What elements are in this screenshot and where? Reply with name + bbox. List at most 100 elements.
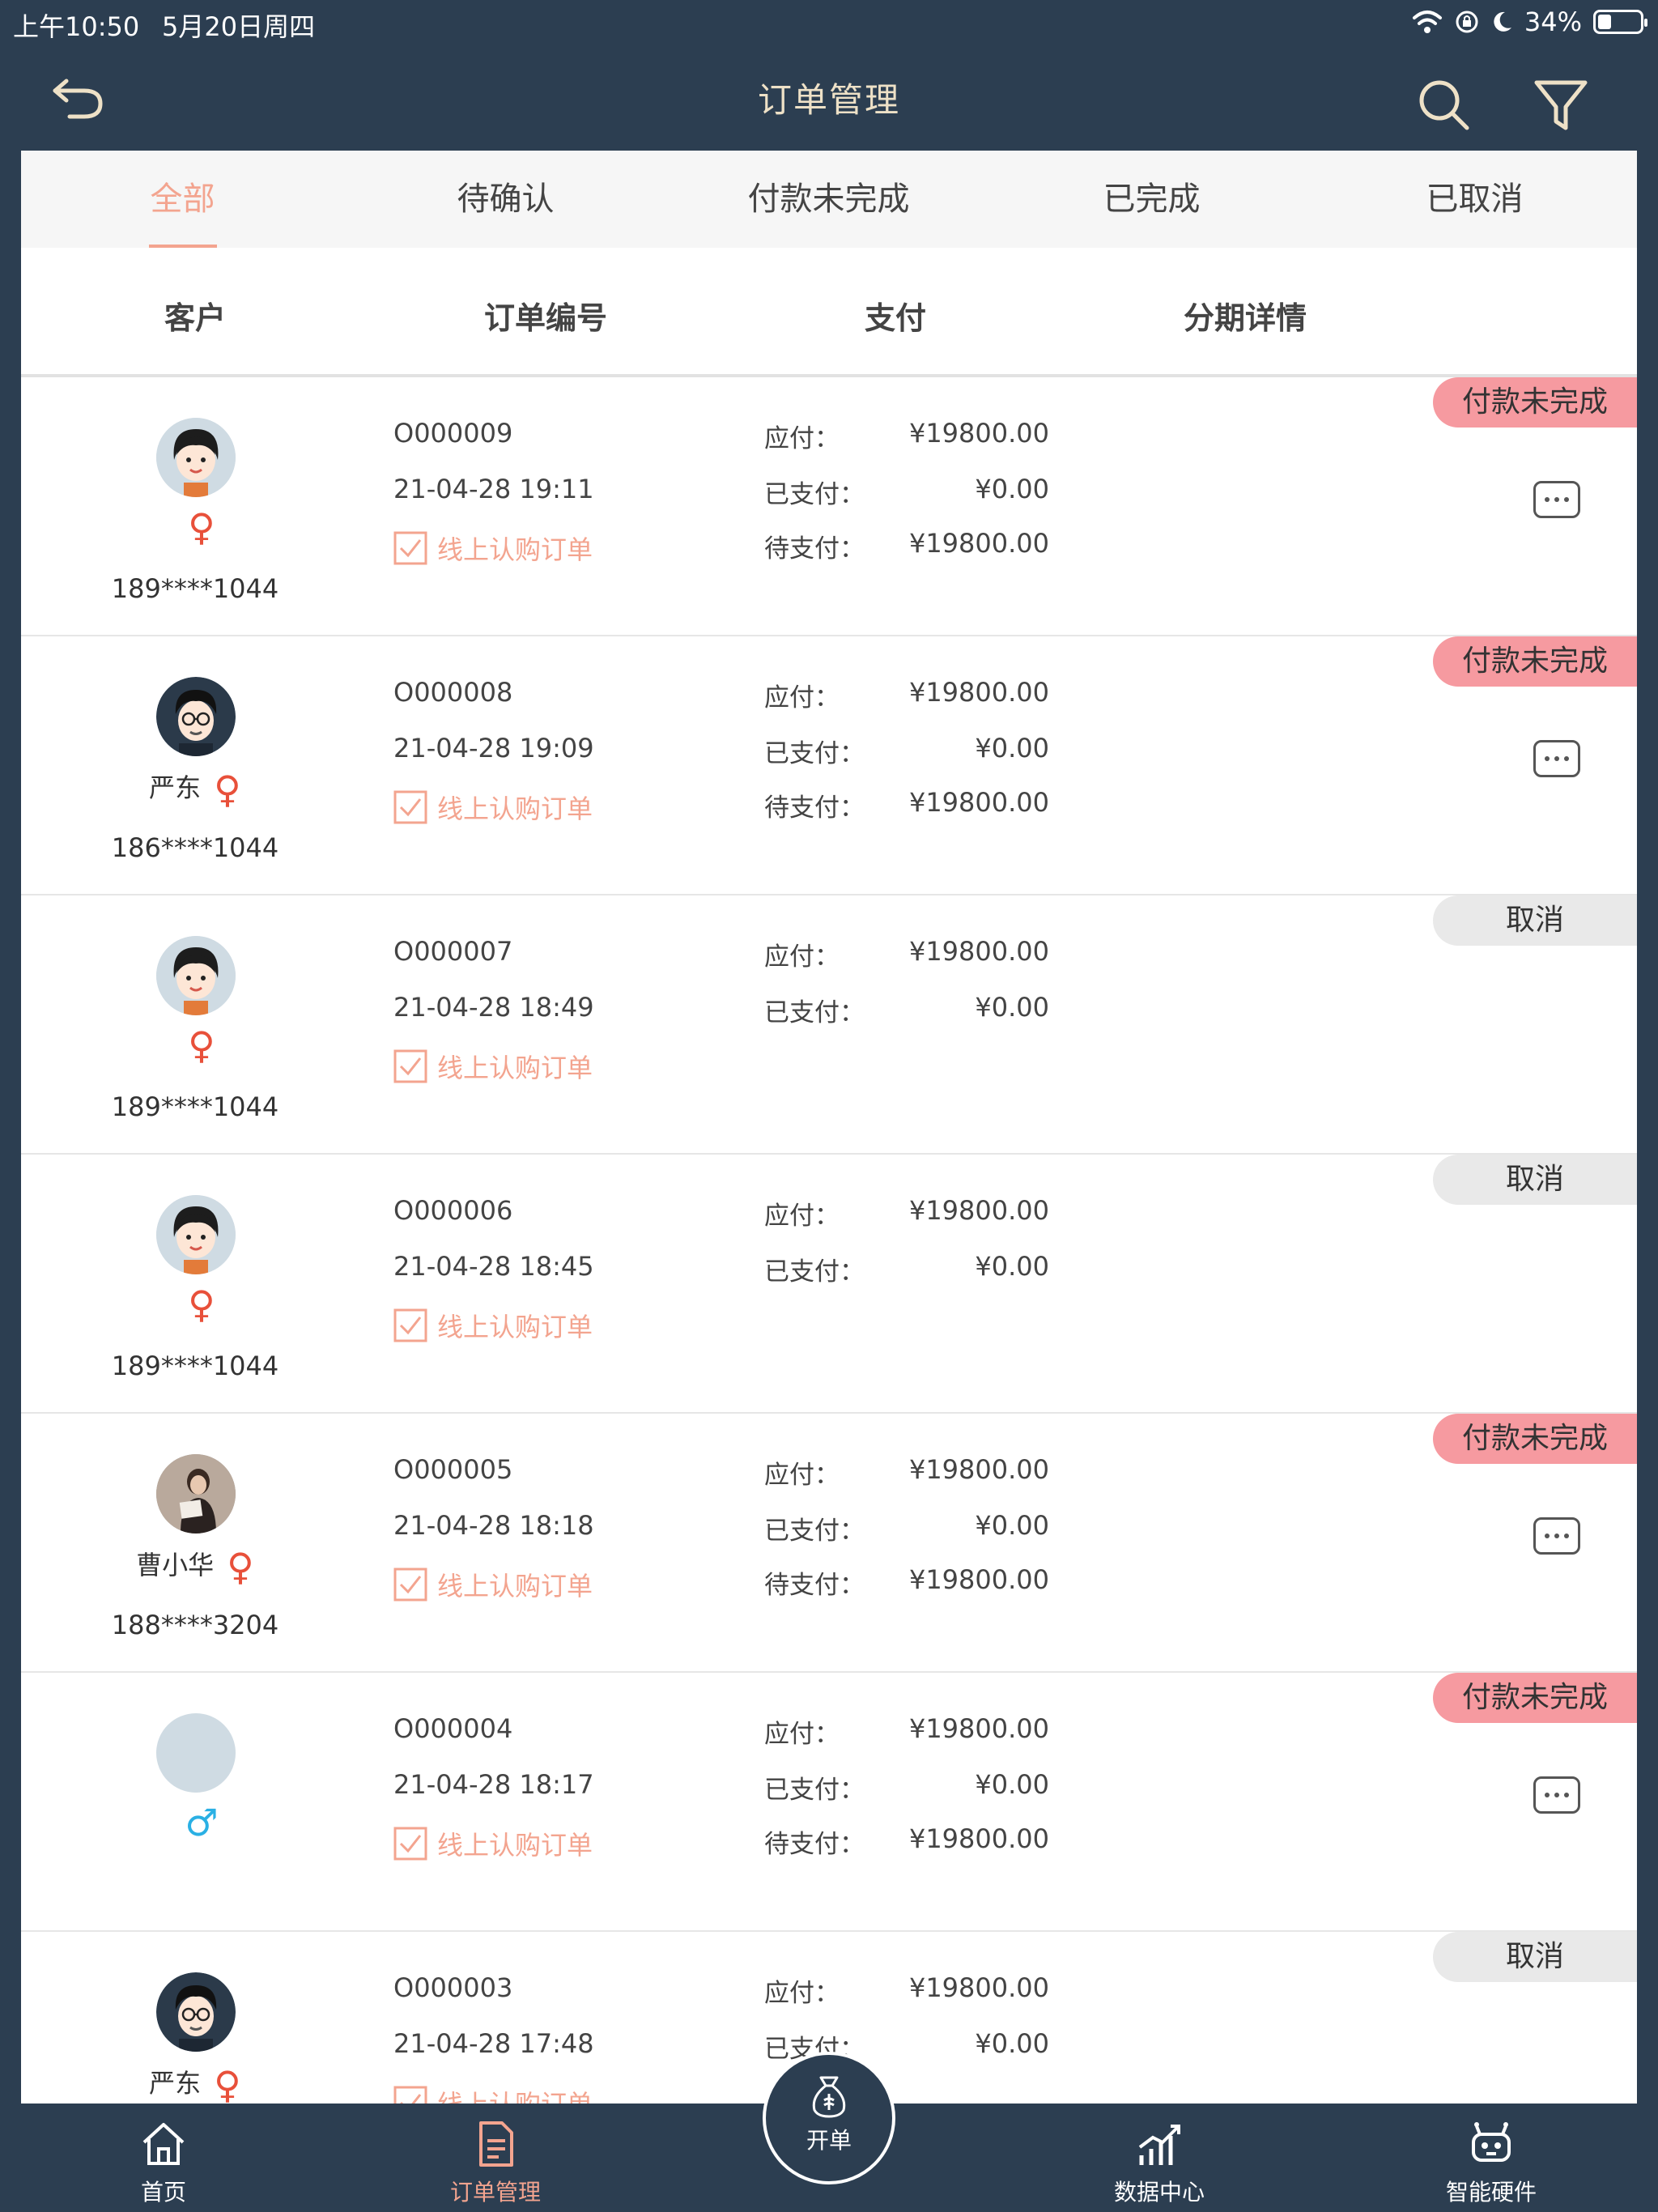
due-label: 应付： <box>764 1720 840 1749</box>
customer-phone: 189****1044 <box>111 573 279 604</box>
tab-data-center[interactable]: 数据中心 <box>1054 2104 1265 2207</box>
paid-value: ¥0.00 <box>975 733 1049 764</box>
table-row[interactable]: 严东 ♀ 186****1044 O000008 21-04-28 19:09 线… <box>21 636 1637 895</box>
customer-name: 曹小华 <box>136 1550 215 1580</box>
tab-completed[interactable]: 已完成 <box>990 151 1313 248</box>
tab-payment-incomplete[interactable]: 付款未完成 <box>667 151 990 248</box>
female-icon: ♀ <box>188 1023 215 1067</box>
paid-label: 已支付： <box>764 739 865 768</box>
customer-name-line: ♀ <box>21 1286 369 1323</box>
order-type: 线上认购订单 <box>393 2084 593 2104</box>
table-row[interactable]: 曹小华 ♀ 188****3204 O000005 21-04-28 18:18 … <box>21 1414 1637 1673</box>
search-icon[interactable] <box>1415 76 1473 134</box>
paid-value: ¥0.00 <box>975 2028 1049 2059</box>
tab-all[interactable]: 全部 <box>21 151 344 248</box>
female-icon: ♀ <box>214 768 241 811</box>
checkbox-icon <box>393 1049 427 1083</box>
table-row[interactable]: ♀ 189****1044 O000009 21-04-28 19:11 线上认… <box>21 377 1637 636</box>
paid-label: 已支付： <box>764 1516 865 1546</box>
order-time: 21-04-28 18:49 <box>393 992 594 1023</box>
pending-value: ¥19800.00 <box>908 1564 1049 1595</box>
wifi-icon <box>1412 11 1442 33</box>
more-button[interactable] <box>1533 1517 1580 1555</box>
order-type-label: 线上认购订单 <box>437 793 593 824</box>
battery-icon <box>1593 10 1647 34</box>
status-badge: 付款未完成 <box>1433 1414 1637 1464</box>
due-value: ¥19800.00 <box>908 1195 1049 1226</box>
customer-name-line: ♂ <box>21 1804 369 1841</box>
column-order-number: 订单编号 <box>483 300 608 336</box>
tab-home[interactable]: 首页 <box>58 2104 269 2207</box>
customer-phone: 188****3204 <box>111 1610 279 1640</box>
due-label: 应付： <box>764 683 840 713</box>
cancel-badge[interactable]: 取消 <box>1433 1155 1637 1205</box>
new-order-button[interactable]: 开单 <box>763 2052 895 2184</box>
due-value: ¥19800.00 <box>908 1972 1049 2003</box>
new-order-label: 开单 <box>806 2127 852 2154</box>
order-type-label: 线上认购订单 <box>437 1053 593 1083</box>
customer-name: 严东 <box>149 772 202 803</box>
checkbox-icon <box>393 2086 427 2104</box>
status-badge: 付款未完成 <box>1433 377 1637 428</box>
table-row[interactable]: ♀ 189****1044 O000006 21-04-28 18:45 线上认… <box>21 1155 1637 1414</box>
order-number: O000004 <box>393 1713 513 1744</box>
order-time: 21-04-28 19:11 <box>393 474 594 504</box>
order-type: 线上认购订单 <box>393 1566 593 1603</box>
table-row[interactable]: ♂ O000004 21-04-28 18:17 线上认购订单 应付： ¥198… <box>21 1673 1637 1932</box>
more-button[interactable] <box>1533 481 1580 518</box>
customer-name-line: ♀ <box>21 1027 369 1064</box>
customer-phone: 186****1044 <box>111 832 279 863</box>
pending-label: 待支付： <box>764 793 865 823</box>
status-badge: 付款未完成 <box>1433 1673 1637 1723</box>
tab-pending-confirm[interactable]: 待确认 <box>344 151 667 248</box>
order-type: 线上认购订单 <box>393 789 593 826</box>
order-panel: 全部 待确认 付款未完成 已完成 已取消 客户 订单编号 支付 分期详情 ♀ 1… <box>21 151 1637 2104</box>
tab-hardware[interactable]: 智能硬件 <box>1386 2104 1596 2207</box>
due-value: ¥19800.00 <box>908 418 1049 449</box>
paid-label: 已支付： <box>764 480 865 509</box>
filter-icon[interactable] <box>1532 76 1590 134</box>
orientation-lock-icon <box>1456 11 1478 33</box>
pending-label: 待支付： <box>764 1571 865 1600</box>
status-bar: 上午10:50 5月20日周四 34% <box>0 0 1658 42</box>
more-button[interactable] <box>1533 1776 1580 1814</box>
checkbox-icon <box>393 531 427 565</box>
order-time: 21-04-28 18:45 <box>393 1251 594 1282</box>
order-type-label: 线上认购订单 <box>437 1830 593 1861</box>
status-date: 5月20日周四 <box>162 11 316 42</box>
due-label: 应付： <box>764 1202 840 1231</box>
status-badge: 付款未完成 <box>1433 636 1637 687</box>
more-button[interactable] <box>1533 740 1580 777</box>
paid-label: 已支付： <box>764 1257 865 1287</box>
tab-cancelled[interactable]: 已取消 <box>1313 151 1636 248</box>
avatar <box>156 677 236 756</box>
paid-label: 已支付： <box>764 998 865 1027</box>
cancel-badge[interactable]: 取消 <box>1433 1932 1637 1982</box>
status-right: 34% <box>1411 6 1647 37</box>
column-customer: 客户 <box>164 300 227 336</box>
order-type: 线上认购订单 <box>393 1825 593 1862</box>
pending-value: ¥19800.00 <box>908 528 1049 559</box>
customer-name-line: 曹小华 ♀ <box>21 1545 369 1585</box>
due-label: 应付： <box>764 1979 840 2008</box>
avatar-placeholder <box>156 1713 236 1793</box>
document-icon <box>479 2121 513 2167</box>
order-type-label: 线上认购订单 <box>437 534 593 565</box>
order-type: 线上认购订单 <box>393 1307 593 1344</box>
status-time: 上午10:50 <box>13 11 140 42</box>
avatar <box>156 1454 236 1534</box>
customer-phone: 189****1044 <box>111 1351 279 1381</box>
table-row[interactable]: ♀ 189****1044 O000007 21-04-28 18:49 线上认… <box>21 895 1637 1155</box>
order-number: O000008 <box>393 677 513 708</box>
battery-percent: 34% <box>1524 6 1582 37</box>
female-icon: ♀ <box>227 1545 254 1589</box>
checkbox-icon <box>393 1568 427 1602</box>
tab-orders[interactable]: 订单管理 <box>390 2104 601 2207</box>
male-icon: ♂ <box>185 1801 219 1844</box>
avatar <box>156 1195 236 1274</box>
paid-value: ¥0.00 <box>975 992 1049 1023</box>
cancel-badge[interactable]: 取消 <box>1433 895 1637 946</box>
order-type-label: 线上认购订单 <box>437 1312 593 1342</box>
order-time: 21-04-28 17:48 <box>393 2028 594 2059</box>
order-number: O000005 <box>393 1454 513 1485</box>
